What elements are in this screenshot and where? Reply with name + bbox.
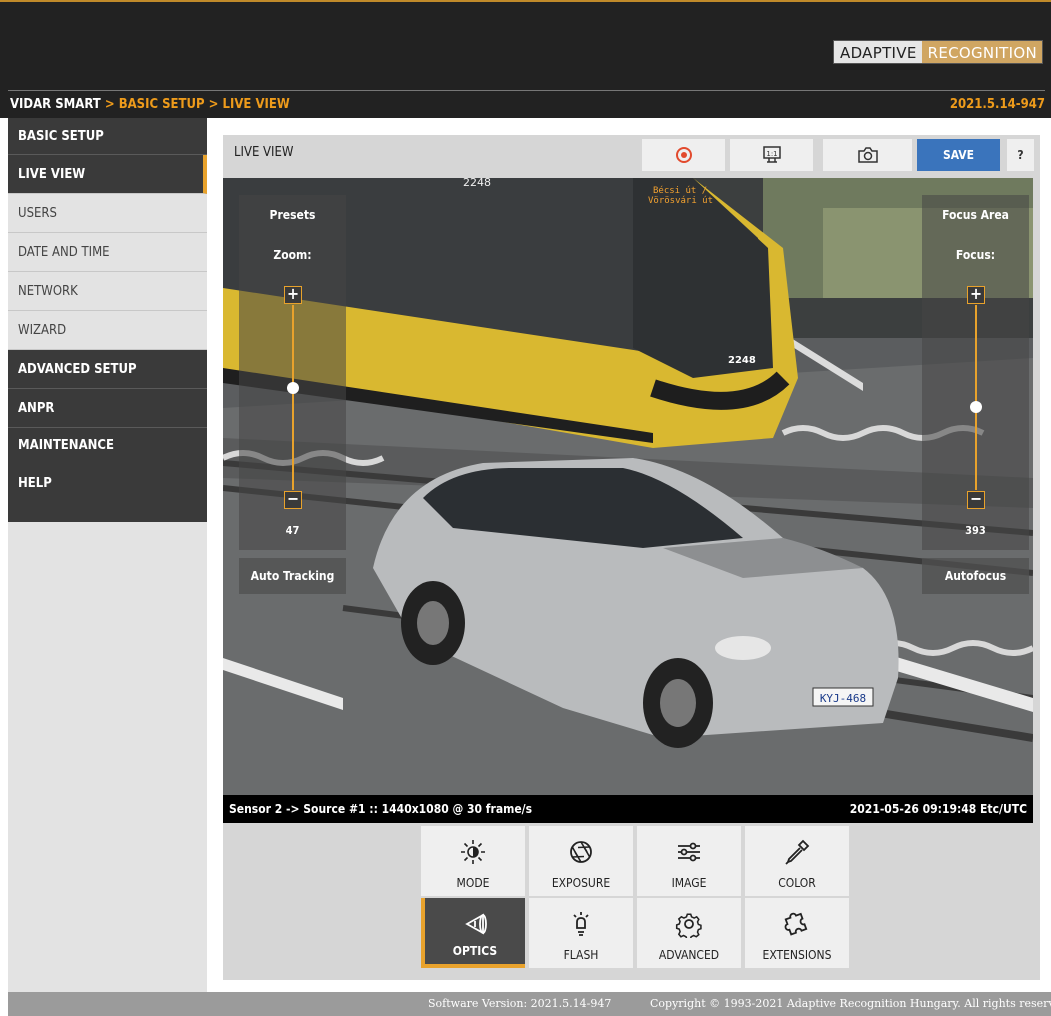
page-title: LIVE VIEW — [234, 145, 294, 160]
focus-area-label[interactable]: Focus Area — [922, 208, 1029, 222]
tile-image-label: IMAGE — [671, 876, 707, 890]
live-camera-view[interactable]: Bécsi út / Vörösvári út 2248 2248 KYJ-46… — [223, 178, 1033, 795]
breadcrumb-page: LIVE VIEW — [222, 97, 290, 112]
tram-number-side: 2248 — [463, 178, 491, 189]
zoom-slider-knob[interactable] — [287, 382, 299, 395]
zoom-plus-button[interactable]: + — [284, 286, 302, 304]
stream-status-bar: Sensor 2 -> Source #1 :: 1440x1080 @ 30 … — [223, 795, 1033, 823]
stream-info: Sensor 2 -> Source #1 :: 1440x1080 @ 30 … — [229, 802, 533, 816]
tile-advanced[interactable]: ADVANCED — [637, 898, 741, 968]
svg-text:1:1: 1:1 — [766, 150, 777, 158]
sidebar-item-maintenance[interactable]: MAINTENANCE — [8, 428, 207, 464]
copyright: Copyright © 1993-2021 Adaptive Recogniti… — [650, 997, 1051, 1010]
pipette-icon — [785, 839, 810, 865]
tile-advanced-label: ADVANCED — [658, 948, 720, 962]
breadcrumb-section[interactable]: BASIC SETUP — [119, 97, 205, 112]
sidebar-item-basic-setup[interactable]: BASIC SETUP — [8, 118, 207, 155]
lens-icon — [465, 913, 487, 935]
brand-part2: RECOGNITION — [921, 41, 1042, 63]
record-button[interactable] — [642, 139, 725, 171]
brand-part1: ADAPTIVE — [834, 41, 922, 63]
sidebar-item-wizard[interactable]: WIZARD — [8, 311, 207, 350]
flash-bulb-icon — [573, 912, 589, 936]
sidebar-item-help[interactable]: HELP — [8, 464, 207, 522]
gear-icon — [675, 913, 702, 938]
sidebar: BASIC SETUP LIVE VIEW USERS DATE AND TIM… — [8, 118, 207, 992]
tram-number-front: 2248 — [728, 355, 756, 366]
breadcrumb: VIDAR SMART > BASIC SETUP > LIVE VIEW — [10, 97, 290, 112]
stream-timestamp: 2021-05-26 09:19:48 Etc/UTC — [849, 802, 1027, 816]
help-button[interactable]: ? — [1007, 139, 1034, 171]
focus-label: Focus: — [955, 248, 996, 262]
brand-logo: ADAPTIVE RECOGNITION — [833, 40, 1043, 64]
tile-exposure-label: EXPOSURE — [551, 876, 611, 890]
sliders-icon — [678, 842, 700, 862]
tile-color-label: COLOR — [778, 876, 816, 890]
tile-flash-label: FLASH — [563, 948, 599, 962]
presets-label[interactable]: Presets — [239, 208, 346, 222]
puzzle-icon — [784, 912, 808, 936]
sidebar-item-live-view[interactable]: LIVE VIEW — [8, 155, 207, 194]
sidebar-item-users[interactable]: USERS — [8, 194, 207, 233]
record-icon — [675, 147, 692, 163]
tile-flash[interactable]: FLASH — [529, 898, 633, 968]
tram-destination-1: Bécsi út / — [653, 185, 707, 196]
sidebar-item-network[interactable]: NETWORK — [8, 272, 207, 311]
zoom-overlay: Presets Zoom: + − 47 — [239, 195, 346, 550]
zoom-value: 47 — [285, 524, 300, 537]
sidebar-item-help-label: HELP — [18, 476, 52, 491]
sun-icon — [461, 840, 485, 864]
tile-mode[interactable]: MODE — [421, 826, 525, 896]
tile-optics-label: OPTICS — [452, 944, 498, 958]
tram-destination-2: Vörösvári út — [648, 196, 713, 206]
top-header: ADAPTIVE RECOGNITION VIDAR SMART > BASIC… — [0, 0, 1051, 118]
breadcrumb-separator: > — [100, 97, 119, 112]
sidebar-item-anpr[interactable]: ANPR — [8, 389, 207, 428]
tile-optics[interactable]: OPTICS — [421, 898, 525, 968]
zoom-label: Zoom: — [273, 248, 312, 262]
save-button[interactable]: SAVE — [917, 139, 1000, 171]
tile-color[interactable]: COLOR — [745, 826, 849, 896]
camera-icon — [857, 147, 878, 163]
breadcrumb-root[interactable]: VIDAR SMART — [10, 97, 101, 112]
focus-minus-button[interactable]: − — [967, 491, 985, 509]
zoom-minus-button[interactable]: − — [284, 491, 302, 509]
autofocus-button[interactable]: Autofocus — [922, 558, 1029, 594]
auto-tracking-button[interactable]: Auto Tracking — [239, 558, 346, 594]
one-to-one-button[interactable]: 1:1 — [730, 139, 813, 171]
focus-slider-track[interactable] — [975, 305, 977, 490]
snapshot-button[interactable] — [823, 139, 912, 171]
focus-plus-button[interactable]: + — [967, 286, 985, 304]
sidebar-item-advanced-setup[interactable]: ADVANCED SETUP — [8, 350, 207, 389]
aperture-icon — [570, 841, 592, 863]
zoom-slider-track[interactable] — [292, 305, 294, 490]
focus-slider-knob[interactable] — [970, 400, 982, 413]
focus-value: 393 — [965, 524, 986, 537]
footer: Software Version: 2021.5.14-947 Copyrigh… — [8, 992, 1051, 1016]
software-version: Software Version: 2021.5.14-947 — [428, 997, 612, 1010]
tile-exposure[interactable]: EXPOSURE — [529, 826, 633, 896]
breadcrumb-separator: > — [204, 97, 223, 112]
version-label: 2021.5.14-947 — [949, 97, 1045, 112]
tile-image[interactable]: IMAGE — [637, 826, 741, 896]
license-plate: KYJ-468 — [820, 692, 866, 705]
tile-extensions-label: EXTENSIONS — [762, 948, 832, 962]
tile-mode-label: MODE — [456, 876, 490, 890]
one-to-one-icon: 1:1 — [762, 146, 781, 163]
tile-extensions[interactable]: EXTENSIONS — [745, 898, 849, 968]
focus-overlay: Focus Area Focus: + − 393 — [922, 195, 1029, 550]
header-divider — [8, 90, 1045, 91]
sidebar-item-date-and-time[interactable]: DATE AND TIME — [8, 233, 207, 272]
